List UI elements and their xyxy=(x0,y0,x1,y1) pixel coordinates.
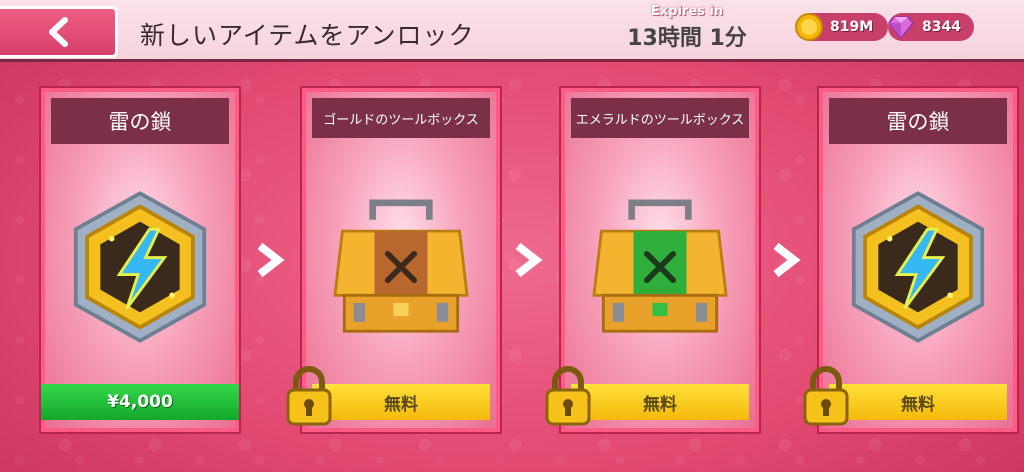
lock-icon xyxy=(545,366,591,426)
lock-icon xyxy=(286,366,332,426)
card-art xyxy=(316,162,486,372)
expires-label: Expires in xyxy=(650,4,724,19)
expires-time: 13時間 1分 xyxy=(627,26,747,51)
card-title: 雷の鎖 xyxy=(829,98,1007,144)
buy-button[interactable]: ¥4,000 xyxy=(41,384,239,420)
top-bar: 新しいアイテムをアンロック Expires in 13時間 1分 819M 83… xyxy=(0,0,1024,62)
card-art xyxy=(55,162,225,372)
offer-card-3[interactable]: エメラルドのツールボックス 無料 xyxy=(545,88,759,432)
gem-icon xyxy=(888,16,914,40)
gem-balance[interactable]: 8344 xyxy=(888,13,974,41)
free-button[interactable]: 無料 xyxy=(571,384,749,420)
back-button[interactable] xyxy=(0,6,118,58)
card-art xyxy=(833,162,1003,372)
offer-card-4[interactable]: 雷の鎖 無料 xyxy=(803,88,1017,432)
chevron-right-icon xyxy=(257,242,285,278)
offer-card-2[interactable]: ゴールドのツールボックス 無料 xyxy=(286,88,500,432)
chevron-right-icon xyxy=(515,242,543,278)
coin-amount: 819M xyxy=(830,19,874,35)
emerald-toolbox-icon xyxy=(592,199,728,333)
card-title: ゴールドのツールボックス xyxy=(312,98,490,138)
offer-card-1[interactable]: 雷の鎖 ¥4,000 xyxy=(41,88,239,432)
page-title: 新しいアイテムをアンロック xyxy=(140,21,475,50)
expires-timer: Expires in 13時間 1分 xyxy=(612,4,762,52)
free-button[interactable]: 無料 xyxy=(829,384,1007,420)
lock-icon xyxy=(803,366,849,426)
coin-balance[interactable]: 819M xyxy=(795,13,888,41)
lightning-badge-icon xyxy=(73,191,207,343)
free-button[interactable]: 無料 xyxy=(312,384,490,420)
chevron-right-icon xyxy=(773,242,801,278)
lightning-badge-icon xyxy=(851,191,985,343)
gem-amount: 8344 xyxy=(922,19,961,35)
gold-toolbox-icon xyxy=(333,199,469,333)
card-art xyxy=(575,162,745,372)
coin-icon xyxy=(795,13,823,41)
chevron-left-icon xyxy=(48,17,68,47)
card-title: エメラルドのツールボックス xyxy=(571,98,749,138)
card-title: 雷の鎖 xyxy=(51,98,229,144)
